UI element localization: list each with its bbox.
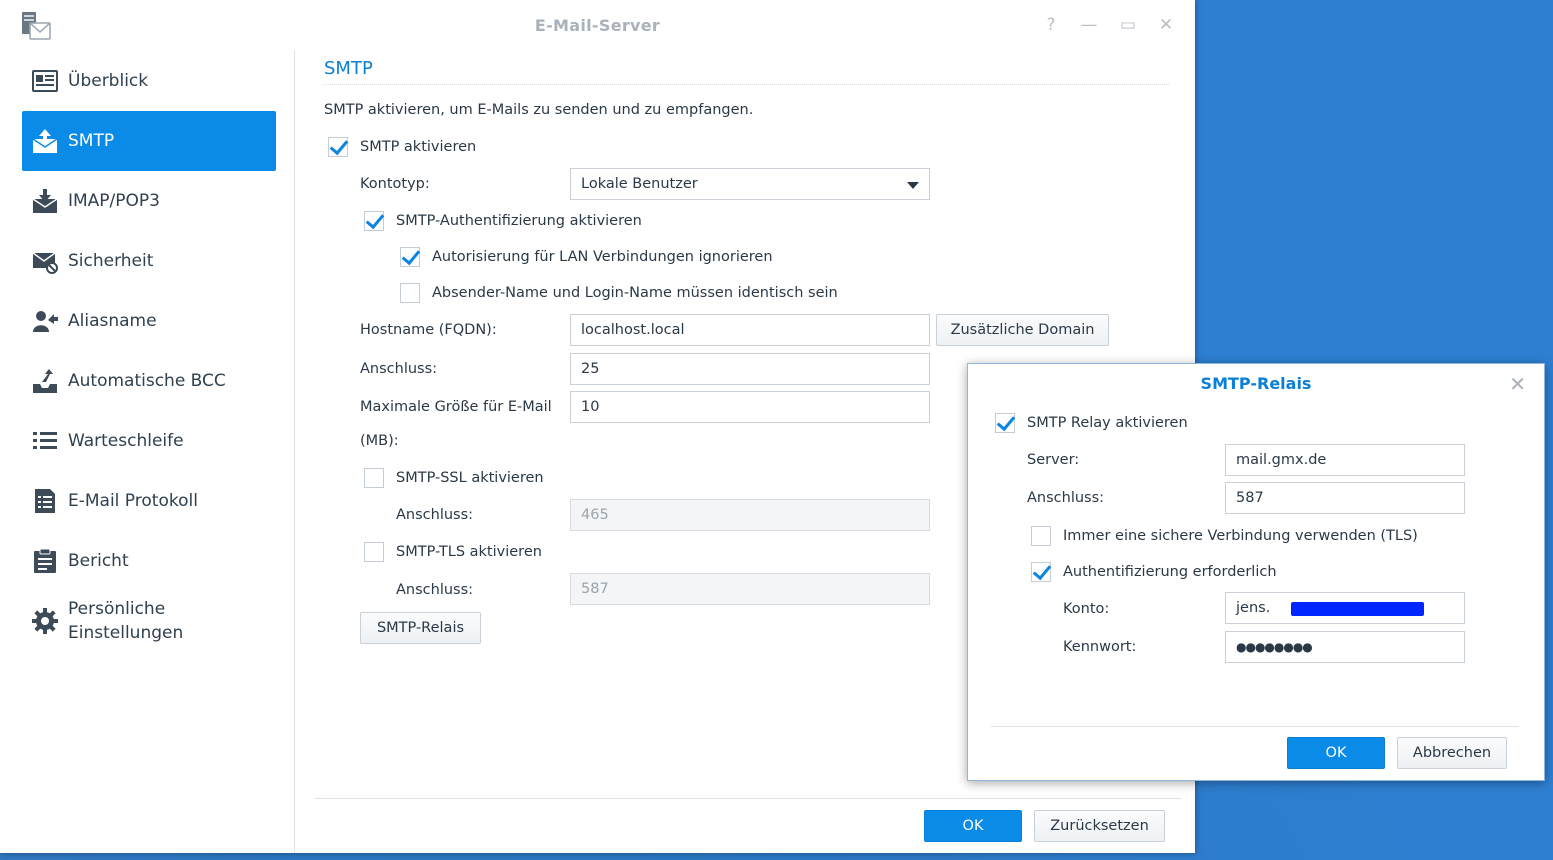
dialog-footer-divider: [991, 726, 1519, 727]
account-type-select[interactable]: Lokale Benutzer: [570, 168, 930, 200]
section-divider: [324, 84, 1169, 85]
sidebar-item-overview[interactable]: Überblick: [22, 51, 276, 111]
sidebar-item-email-log[interactable]: E-Mail Protokoll: [22, 471, 276, 531]
sidebar-item-label: Persönliche Einstellungen: [68, 597, 183, 645]
account-type-value: Lokale Benutzer: [581, 176, 698, 192]
footer-divider: [315, 798, 1181, 799]
sidebar-item-label-line2: Einstellungen: [68, 623, 184, 643]
ok-button[interactable]: OK: [924, 810, 1022, 842]
sidebar-item-smtp[interactable]: SMTP: [22, 111, 276, 171]
minimize-icon[interactable]: —: [1078, 14, 1100, 36]
window-title: E-Mail-Server: [534, 16, 661, 35]
bcc-icon: [33, 369, 57, 393]
tls-port-input[interactable]: 587: [570, 573, 930, 605]
enable-smtp-label: SMTP aktivieren: [360, 139, 477, 155]
relay-port-label: Anschluss:: [1027, 490, 1105, 506]
sidebar-item-label: Überblick: [68, 71, 149, 91]
sidebar-item-label-line1: Persönliche: [68, 599, 166, 619]
dialog-cancel-button[interactable]: Abbrechen: [1397, 737, 1507, 769]
sidebar-item-label: Warteschleife: [68, 431, 184, 451]
ssl-port-label: Anschluss:: [396, 507, 474, 523]
max-size-unit-label: (MB):: [360, 433, 399, 449]
queue-icon: [33, 432, 57, 449]
password-input[interactable]: ●●●●●●●●: [1225, 631, 1465, 663]
maximize-icon[interactable]: ▭: [1117, 14, 1139, 36]
title-bar[interactable]: E-Mail-Server ? — ▭ ✕: [0, 0, 1195, 51]
relay-port-input[interactable]: 587: [1225, 482, 1465, 514]
hostname-label: Hostname (FQDN):: [360, 322, 497, 338]
smtp-relay-button[interactable]: SMTP-Relais: [360, 612, 481, 644]
auth-required-label: Authentifizierung erforderlich: [1063, 564, 1277, 580]
dialog-ok-button[interactable]: OK: [1287, 737, 1385, 769]
log-icon: [35, 489, 55, 513]
always-tls-label: Immer eine sichere Verbindung verwenden …: [1063, 528, 1418, 544]
overview-icon: [32, 70, 58, 92]
port-input[interactable]: 25: [570, 353, 930, 385]
report-icon: [34, 548, 56, 573]
enable-smtp-checkbox[interactable]: [328, 137, 348, 157]
always-tls-checkbox[interactable]: [1031, 526, 1051, 546]
smtp-icon: [32, 129, 58, 153]
help-icon[interactable]: ?: [1040, 14, 1062, 36]
smtp-description: SMTP aktivieren, um E-Mails zu senden un…: [324, 102, 754, 118]
identical-sender-checkbox[interactable]: [400, 283, 420, 303]
smtp-ssl-checkbox[interactable]: [364, 468, 384, 488]
sidebar-item-auto-bcc[interactable]: Automatische BCC: [22, 351, 276, 411]
security-icon: [32, 252, 58, 274]
sidebar-item-label: Automatische BCC: [68, 371, 226, 391]
server-label: Server:: [1027, 452, 1080, 468]
smtp-tls-checkbox[interactable]: [364, 542, 384, 562]
sidebar-item-label: E-Mail Protokoll: [68, 491, 198, 511]
smtp-auth-checkbox[interactable]: [364, 211, 384, 231]
reset-button[interactable]: Zurücksetzen: [1034, 810, 1165, 842]
sidebar-item-queue[interactable]: Warteschleife: [22, 411, 276, 471]
account-type-label: Kontotyp:: [360, 176, 430, 192]
sidebar-item-label: Bericht: [68, 551, 129, 571]
sidebar-item-alias[interactable]: Aliasname: [22, 291, 276, 351]
sidebar-item-imap-pop3[interactable]: IMAP/POP3: [22, 171, 276, 231]
port-label: Anschluss:: [360, 361, 438, 377]
sidebar-item-report[interactable]: Bericht: [22, 531, 276, 591]
password-label: Kennwort:: [1063, 639, 1137, 655]
hostname-input[interactable]: localhost.local: [570, 314, 930, 346]
chevron-down-icon: [907, 182, 919, 189]
alias-icon: [33, 311, 58, 332]
redaction-mark: [1291, 602, 1424, 616]
close-icon[interactable]: ✕: [1155, 14, 1177, 36]
section-title: SMTP: [324, 58, 373, 79]
smtp-relay-dialog: SMTP-Relais ✕ SMTP Relay aktivieren Serv…: [967, 363, 1545, 781]
tls-port-label: Anschluss:: [396, 582, 474, 598]
sidebar-item-security[interactable]: Sicherheit: [22, 231, 276, 291]
enable-relay-checkbox[interactable]: [995, 413, 1015, 433]
ignore-lan-auth-checkbox[interactable]: [400, 247, 420, 267]
sidebar-item-label: Sicherheit: [68, 251, 154, 271]
sidebar-item-label: IMAP/POP3: [68, 191, 160, 211]
close-icon[interactable]: ✕: [1509, 372, 1526, 396]
ssl-port-input[interactable]: 465: [570, 499, 930, 531]
sidebar: Überblick SMTP IMAP/POP3 Sicherheit Alia…: [0, 50, 295, 853]
smtp-ssl-label: SMTP-SSL aktivieren: [396, 470, 544, 486]
server-input[interactable]: mail.gmx.de: [1225, 444, 1465, 476]
auth-required-checkbox[interactable]: [1031, 562, 1051, 582]
sidebar-item-label: Aliasname: [68, 311, 157, 331]
smtp-tls-label: SMTP-TLS aktivieren: [396, 544, 542, 560]
enable-relay-label: SMTP Relay aktivieren: [1027, 415, 1188, 431]
imap-icon: [32, 189, 58, 213]
gear-icon: [32, 608, 58, 634]
ignore-lan-auth-label: Autorisierung für LAN Verbindungen ignor…: [432, 249, 773, 265]
max-size-label: Maximale Größe für E-Mail: [360, 399, 552, 415]
sidebar-item-label: SMTP: [68, 131, 115, 151]
additional-domain-button[interactable]: Zusätzliche Domain: [936, 314, 1109, 346]
max-size-input[interactable]: 10: [570, 391, 930, 423]
identical-sender-label: Absender-Name und Login-Name müssen iden…: [432, 285, 838, 301]
dialog-title: SMTP-Relais: [1200, 374, 1312, 393]
smtp-auth-label: SMTP-Authentifizierung aktivieren: [396, 213, 642, 229]
account-label: Konto:: [1063, 601, 1110, 617]
sidebar-item-personal-settings[interactable]: Persönliche Einstellungen: [22, 591, 276, 651]
